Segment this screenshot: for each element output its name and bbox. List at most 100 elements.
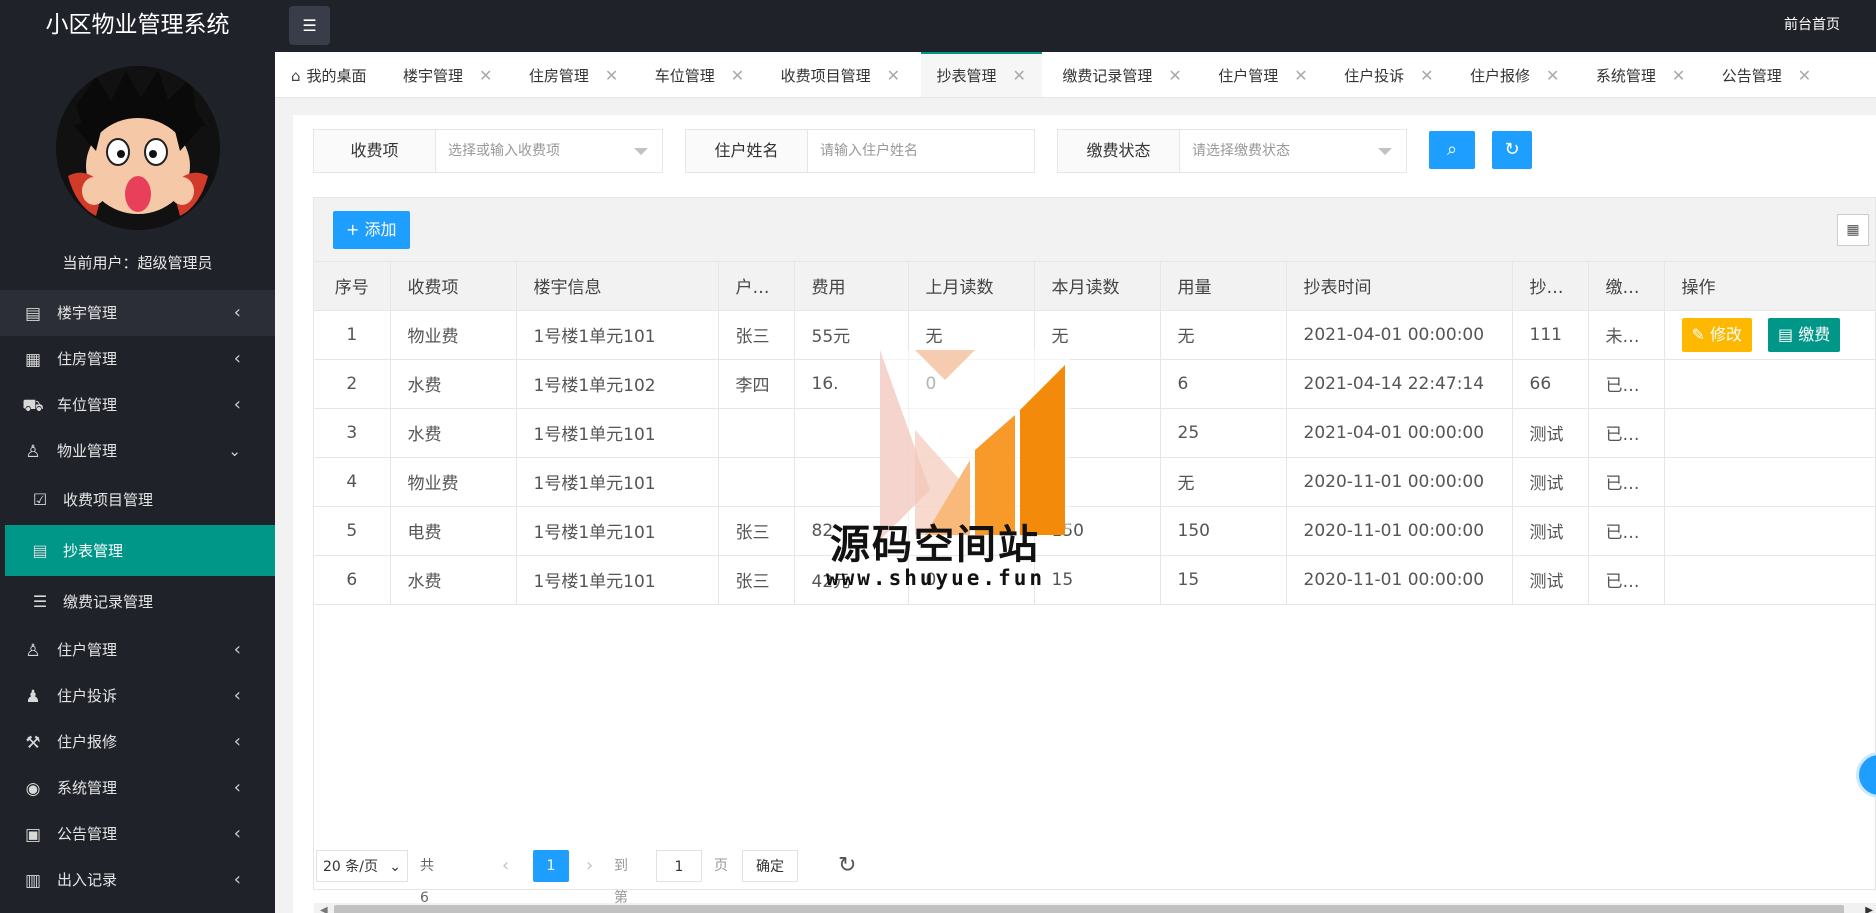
tab-residents[interactable]: 住户管理 ✕	[1202, 53, 1323, 97]
close-icon[interactable]: ✕	[479, 66, 492, 85]
column-filter-button[interactable]: ▦	[1837, 214, 1869, 246]
add-button[interactable]: + 添加	[333, 211, 410, 249]
cell-usage: 6	[1160, 359, 1287, 409]
sidebar-item-access-records[interactable]: ▥ 出入记录 ‹	[0, 857, 275, 903]
cell-status: 未…	[1588, 310, 1665, 360]
col-header[interactable]: 户…	[718, 262, 795, 311]
close-icon[interactable]: ✕	[1013, 66, 1026, 85]
current-page-button[interactable]: 1	[533, 850, 569, 882]
tab-building[interactable]: 楼宇管理 ✕	[387, 53, 508, 97]
dropdown-caret-icon	[1378, 148, 1392, 155]
close-icon[interactable]: ✕	[1672, 66, 1685, 85]
prev-page-icon[interactable]: ‹	[502, 850, 509, 882]
menu-toggle-button[interactable]: ☰	[289, 6, 330, 45]
meter-table: 序号 收费项 楼宇信息 户… 费用 上月读数 本月读数 用量 抄表时间 抄… 缴…	[314, 262, 1875, 605]
close-icon[interactable]: ✕	[605, 66, 618, 85]
search-button[interactable]: ⌕	[1429, 131, 1475, 169]
sidebar-item-parking[interactable]: ⛟ 车位管理 ‹	[0, 382, 275, 428]
page-size-select[interactable]: 20 条/页 ⌄	[316, 850, 408, 882]
cell-status: 已…	[1588, 359, 1665, 409]
chevron-left-icon: ‹	[233, 685, 241, 706]
hamburger-icon: ☰	[302, 16, 317, 35]
table-row[interactable]: 2 水费 1号楼1单元102 李四 16. 0 6 6 2021-04-14 2…	[314, 359, 1875, 409]
col-header[interactable]: 抄…	[1512, 262, 1589, 311]
goto-confirm-button[interactable]: 确定	[742, 850, 798, 882]
col-header[interactable]: 楼宇信息	[516, 262, 719, 311]
tab-notices[interactable]: 公告管理 ✕	[1706, 53, 1827, 97]
cell-status: 已…	[1588, 457, 1665, 507]
col-header[interactable]: 缴…	[1588, 262, 1665, 311]
table-row[interactable]: 5 电费 1号楼1单元101 张三 82 150 150 2020-11-01 …	[314, 506, 1875, 556]
close-icon[interactable]: ✕	[1798, 66, 1811, 85]
sidebar-item-property[interactable]: ♙ 物业管理 ⌄	[0, 428, 275, 474]
col-header[interactable]: 上月读数	[908, 262, 1035, 311]
col-header[interactable]: 抄表时间	[1286, 262, 1513, 311]
avatar-image	[55, 66, 220, 230]
close-icon[interactable]: ✕	[887, 66, 900, 85]
person-icon: ♙	[25, 640, 41, 661]
table-row[interactable]: 4 物业费 1号楼1单元101 无 2020-11-01 00:00:00 测试…	[314, 457, 1875, 507]
horizontal-scrollbar[interactable]: ◀ ▶	[314, 903, 1876, 913]
col-header[interactable]: 用量	[1160, 262, 1287, 311]
sidebar-subitem-meter[interactable]: ▤ 抄表管理	[5, 525, 275, 576]
tab-meter[interactable]: 抄表管理 ✕	[920, 52, 1042, 97]
database-icon: ☰	[32, 592, 48, 611]
fee-item-select[interactable]: 收费项 选择或输入收费项	[313, 129, 663, 173]
sidebar-item-repairs[interactable]: ⚒ 住户报修 ‹	[0, 719, 275, 765]
cell-current: 15	[1034, 555, 1161, 605]
scrollbar-thumb[interactable]	[334, 905, 1844, 913]
col-header[interactable]: 本月读数	[1034, 262, 1161, 311]
col-header[interactable]: 序号	[314, 262, 391, 311]
cell-reader: 测试	[1512, 506, 1589, 556]
col-header[interactable]: 费用	[794, 262, 909, 311]
pay-status-select[interactable]: 缴费状态 请选择缴费状态	[1057, 129, 1407, 173]
sidebar-subitem-payment-records[interactable]: ☰ 缴费记录管理	[0, 576, 275, 627]
sidebar-item-notices[interactable]: ▣ 公告管理 ‹	[0, 811, 275, 857]
sidebar-item-complaints[interactable]: ♟ 住户投诉 ‹	[0, 673, 275, 719]
close-icon[interactable]: ✕	[1168, 66, 1181, 85]
close-icon[interactable]: ✕	[1420, 66, 1433, 85]
tab-complaints[interactable]: 住户投诉 ✕	[1328, 53, 1449, 97]
sidebar-item-residents[interactable]: ♙ 住户管理 ‹	[0, 627, 275, 673]
next-page-icon[interactable]: ›	[586, 850, 593, 882]
sidebar-item-housing[interactable]: ▦ 住房管理 ‹	[0, 336, 275, 382]
scroll-right-icon[interactable]: ▶	[1865, 903, 1873, 913]
tab-desktop[interactable]: ⌂ 我的桌面	[275, 53, 383, 97]
table-row[interactable]: 3 水费 1号楼1单元101 25 2021-04-01 00:00:00 测试…	[314, 408, 1875, 458]
table-row[interactable]: 1 物业费 1号楼1单元101 张三 55元 无 无 无 2021-04-01 …	[314, 310, 1875, 360]
sidebar-item-system[interactable]: ◉ 系统管理 ‹	[0, 765, 275, 811]
cell-status: 已…	[1588, 506, 1665, 556]
tab-system[interactable]: 系统管理 ✕	[1580, 53, 1701, 97]
cell-usage: 25	[1160, 408, 1287, 458]
watermark-text: 源码空间站	[830, 522, 1040, 568]
edit-button[interactable]: ✎ 修改	[1681, 317, 1753, 352]
table-header-row: 序号 收费项 楼宇信息 户… 费用 上月读数 本月读数 用量 抄表时间 抄… 缴…	[314, 262, 1875, 311]
scroll-left-icon[interactable]: ◀	[320, 903, 328, 913]
col-header[interactable]: 操作	[1664, 262, 1875, 311]
tab-housing[interactable]: 住房管理 ✕	[513, 53, 634, 97]
avatar[interactable]	[55, 66, 220, 230]
goto-page-input[interactable]: 1	[656, 850, 702, 882]
pay-button[interactable]: ▤ 缴费	[1768, 317, 1841, 352]
pay-status-placeholder: 请选择缴费状态	[1192, 143, 1290, 159]
owner-name-input[interactable]: 住户姓名 请输入住户姓名	[685, 129, 1035, 173]
refresh-button[interactable]: ↻	[1492, 131, 1532, 169]
table-row[interactable]: 6 水费 1号楼1单元101 张三 42元 0 15 15 2020-11-01…	[314, 555, 1875, 605]
tab-fee-items[interactable]: 收费项目管理 ✕	[765, 53, 916, 97]
settings-user-icon: ◉	[25, 778, 41, 799]
tab-payment-records[interactable]: 缴费记录管理 ✕	[1046, 53, 1197, 97]
close-icon[interactable]: ✕	[1546, 66, 1559, 85]
sidebar-item-building[interactable]: ▤ 楼宇管理 ‹	[0, 290, 275, 336]
car-icon: ⛟	[22, 395, 44, 416]
chevron-left-icon: ‹	[233, 302, 241, 323]
tab-parking[interactable]: 车位管理 ✕	[639, 53, 760, 97]
tab-repairs[interactable]: 住户报修 ✕	[1454, 53, 1575, 97]
cell-last	[908, 457, 1035, 507]
close-icon[interactable]: ✕	[1294, 66, 1307, 85]
refresh-page-icon[interactable]: ↻	[838, 850, 856, 882]
close-icon[interactable]: ✕	[731, 66, 744, 85]
page-unit-label: 页	[714, 858, 728, 874]
front-home-link[interactable]: 前台首页	[1784, 0, 1840, 50]
col-header[interactable]: 收费项	[390, 262, 517, 311]
sidebar-subitem-fee-items[interactable]: ☑ 收费项目管理	[0, 474, 275, 525]
